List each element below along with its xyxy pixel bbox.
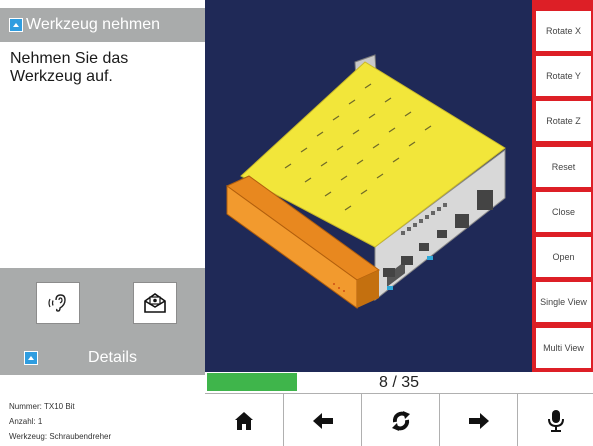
single-view-button[interactable]: Single View bbox=[536, 282, 591, 322]
refresh-button[interactable] bbox=[361, 394, 439, 446]
rotate-y-button[interactable]: Rotate Y bbox=[536, 56, 591, 96]
open-button[interactable]: Open bbox=[536, 237, 591, 277]
mail-button[interactable] bbox=[133, 282, 177, 324]
step-header[interactable]: Werkzeug nehmen bbox=[0, 8, 205, 42]
details-title: Details bbox=[88, 349, 137, 366]
microphone-button[interactable] bbox=[517, 394, 593, 446]
previous-button[interactable] bbox=[283, 394, 361, 446]
microphone-icon bbox=[547, 409, 564, 432]
collapse-icon[interactable] bbox=[9, 18, 23, 32]
detail-tool: Werkzeug: Schraubendreher bbox=[9, 432, 112, 441]
multi-view-button[interactable]: Multi View bbox=[536, 328, 591, 368]
home-icon bbox=[235, 411, 253, 430]
progress-bar: 8 / 35 bbox=[205, 372, 593, 392]
rotate-z-button[interactable]: Rotate Z bbox=[536, 101, 591, 141]
detail-quantity: Anzahl: 1 bbox=[9, 417, 43, 426]
next-button[interactable] bbox=[439, 394, 517, 446]
step-title: Werkzeug nehmen bbox=[26, 16, 160, 33]
tool-column: Rotate X Rotate Y Rotate Z Reset Close O… bbox=[532, 0, 593, 374]
navigation-bar bbox=[205, 393, 593, 446]
audio-button[interactable] bbox=[36, 282, 80, 324]
close-button[interactable]: Close bbox=[536, 192, 591, 232]
instruction-panel: Werkzeug nehmen Nehmen Sie das Werkzeug … bbox=[0, 0, 205, 446]
step-instruction: Nehmen Sie das Werkzeug auf. bbox=[10, 50, 129, 85]
arrow-left-icon bbox=[312, 412, 333, 429]
ear-sound-icon bbox=[48, 294, 66, 312]
reset-button[interactable]: Reset bbox=[536, 147, 591, 187]
refresh-icon bbox=[391, 410, 410, 431]
details-list: Nummer: TX10 Bit Anzahl: 1 Werkzeug: Sch… bbox=[9, 399, 111, 444]
3d-viewport[interactable] bbox=[205, 0, 532, 372]
mail-icon bbox=[144, 293, 166, 313]
details-header[interactable]: Details bbox=[0, 341, 205, 375]
rotate-x-button[interactable]: Rotate X bbox=[536, 11, 591, 51]
device-model[interactable] bbox=[205, 0, 532, 372]
detail-number: Nummer: TX10 Bit bbox=[9, 402, 75, 411]
media-strip bbox=[0, 268, 205, 342]
home-button[interactable] bbox=[205, 394, 283, 446]
progress-label: 8 / 35 bbox=[378, 374, 420, 391]
arrow-right-icon bbox=[468, 412, 489, 429]
